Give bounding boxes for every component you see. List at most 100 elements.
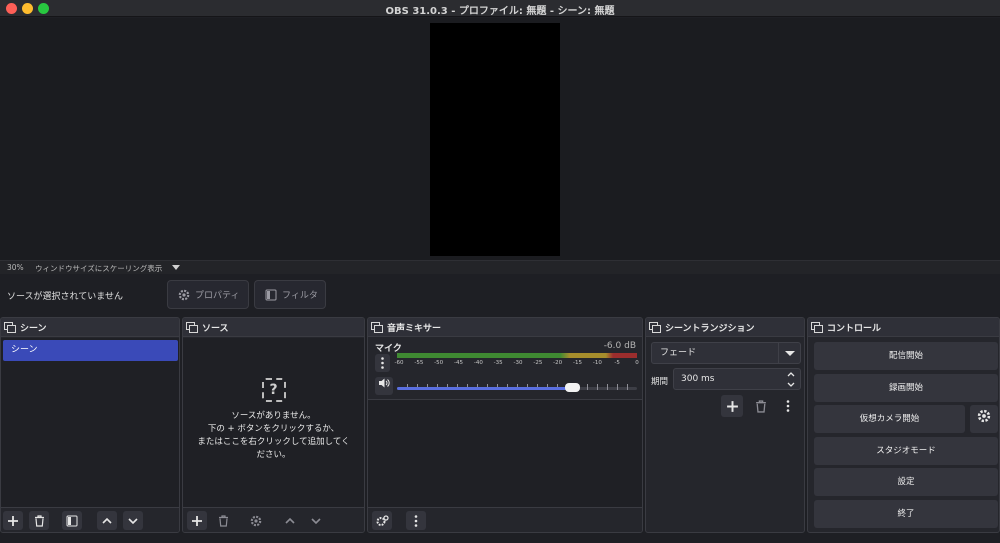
remove-scene-button[interactable] [29, 511, 49, 530]
question-icon: ? [261, 378, 286, 402]
meter-tick-label: -35 [493, 360, 503, 366]
meter-tick-label: -10 [592, 360, 602, 366]
scaling-mode-label: ウィンドウサイズにスケーリング表示 [35, 264, 163, 273]
filter-icon [66, 515, 78, 526]
chevron-down-icon [128, 517, 138, 524]
scenes-dock: シーン シーン [0, 317, 180, 533]
gear-icon [977, 409, 991, 423]
sources-dock-header[interactable]: ソース [183, 318, 364, 337]
mute-button[interactable] [375, 377, 393, 395]
dock-float-icon [811, 322, 823, 333]
move-source-down-button[interactable] [306, 511, 326, 530]
dock-float-icon [4, 322, 16, 333]
transition-properties-button[interactable] [778, 395, 798, 417]
scene-transitions-dock-title: シーントランジション [665, 323, 755, 334]
audio-mixer-dock-title: 音声ミキサー [387, 323, 442, 334]
context-bar: ソースが選択されていません プロパティ フィルタ [0, 275, 1000, 315]
studio-mode-button[interactable]: スタジオモード [814, 437, 998, 465]
scene-transitions-dock: シーントランジション フェード 期間 300 ms [645, 317, 805, 533]
add-transition-button[interactable] [721, 395, 743, 417]
volume-slider-tick [617, 384, 618, 390]
filter-icon [265, 289, 277, 300]
meter-tick-label: -50 [434, 360, 444, 366]
scene-list-item[interactable]: シーン [3, 340, 178, 361]
chevron-down-icon [787, 382, 795, 387]
scenes-toolbar [1, 507, 179, 532]
transition-selected-value: フェード [660, 348, 697, 358]
properties-button[interactable]: プロパティ [167, 280, 249, 309]
transition-select[interactable]: フェード [651, 342, 801, 364]
audio-mixer-dock-header[interactable]: 音声ミキサー [368, 318, 642, 337]
no-sources-message: ? ソースがありません。 下の + ボタンをクリックするか、 またはここを右クリ… [183, 378, 364, 462]
trash-icon [34, 514, 44, 527]
volume-slider-fill [397, 387, 573, 390]
plus-icon [726, 400, 738, 412]
remove-transition-button[interactable] [750, 395, 772, 417]
chevron-up-icon [787, 372, 795, 377]
trash-icon [218, 514, 228, 527]
scene-list[interactable]: シーン [1, 338, 179, 507]
controls-dock: コントロール 配信開始 録画開始 仮想カメラ開始 スタジオモード 設定 終了 [807, 317, 1000, 533]
volume-slider-handle[interactable] [565, 383, 581, 392]
channel-menu-button[interactable] [375, 354, 390, 372]
scene-transitions-dock-header[interactable]: シーントランジション [646, 318, 804, 337]
duration-stepper[interactable] [782, 369, 800, 389]
preview-area[interactable] [0, 18, 1000, 260]
settings-button[interactable]: 設定 [814, 468, 998, 496]
sources-dock-title: ソース [202, 323, 229, 334]
meter-tick-label: -25 [533, 360, 543, 366]
trash-icon [756, 399, 766, 413]
start-recording-button[interactable]: 録画開始 [814, 374, 998, 402]
chevron-down-icon [311, 517, 321, 524]
no-sources-line-3: またはここを右クリックして追加してく [197, 437, 350, 447]
gear-icon [250, 515, 262, 526]
scene-filters-button[interactable] [62, 511, 82, 530]
no-sources-line-4: ださい。 [256, 450, 291, 460]
move-scene-down-button[interactable] [123, 511, 143, 530]
start-streaming-button[interactable]: 配信開始 [814, 342, 998, 370]
gear-icon [376, 514, 389, 526]
controls-dock-header[interactable]: コントロール [808, 318, 999, 337]
move-scene-up-button[interactable] [97, 511, 117, 530]
duration-label: 期間 [651, 377, 669, 387]
controls-dock-title: コントロール [827, 323, 882, 334]
start-virtual-camera-button[interactable]: 仮想カメラ開始 [814, 405, 965, 433]
remove-source-button[interactable] [213, 511, 233, 530]
kebab-menu-icon [414, 514, 418, 527]
scenes-dock-header[interactable]: シーン [1, 318, 179, 337]
source-list[interactable]: ? ソースがありません。 下の + ボタンをクリックするか、 またはここを右クリ… [183, 338, 364, 507]
speaker-icon [379, 378, 390, 388]
meter-tick-label: -40 [473, 360, 483, 366]
sources-toolbar [183, 507, 364, 532]
duration-spinbox[interactable]: 300 ms [673, 368, 801, 390]
zoom-level: 30% [7, 263, 24, 272]
dock-float-icon [371, 322, 383, 333]
exit-button[interactable]: 終了 [814, 500, 998, 528]
meter-tick-label: -30 [513, 360, 523, 366]
add-source-button[interactable] [187, 511, 207, 530]
mixer-menu-button[interactable] [406, 511, 426, 530]
dock-float-icon [649, 322, 661, 333]
gear-icon [178, 289, 190, 300]
kebab-menu-icon [381, 357, 384, 369]
add-scene-button[interactable] [3, 511, 23, 530]
channel-db-readout: -6.0 dB [603, 341, 636, 351]
advanced-audio-properties-button[interactable] [372, 511, 392, 530]
filters-button[interactable]: フィルタ [254, 280, 326, 309]
meter-tick-label: -15 [573, 360, 582, 366]
status-bar [0, 535, 1000, 543]
preview-canvas[interactable] [430, 23, 560, 256]
mixer-toolbar [368, 507, 642, 532]
meter-scale: -60 -55 -50 -45 -40 -35 -30 -25 -20 -15 -10 -5 0 [395, 360, 641, 368]
source-properties-button[interactable] [246, 511, 266, 530]
move-source-up-button[interactable] [280, 511, 300, 530]
volume-slider[interactable] [397, 383, 637, 392]
virtual-camera-settings-button[interactable] [970, 405, 998, 433]
audio-mixer-dock: 音声ミキサー マイク -6.0 dB -60 -55 -50 -45 -40 -35 -30… [367, 317, 643, 533]
sources-dock: ソース ? ソースがありません。 下の + ボタンをクリックするか、 またはここ… [182, 317, 365, 533]
no-sources-line-2: 下の + ボタンをクリックするか、 [207, 424, 340, 434]
plus-icon [192, 515, 202, 526]
no-sources-line-1: ソースがありません。 [231, 411, 316, 421]
chevron-up-icon [102, 517, 112, 524]
scaling-dropdown-icon[interactable] [172, 265, 180, 270]
